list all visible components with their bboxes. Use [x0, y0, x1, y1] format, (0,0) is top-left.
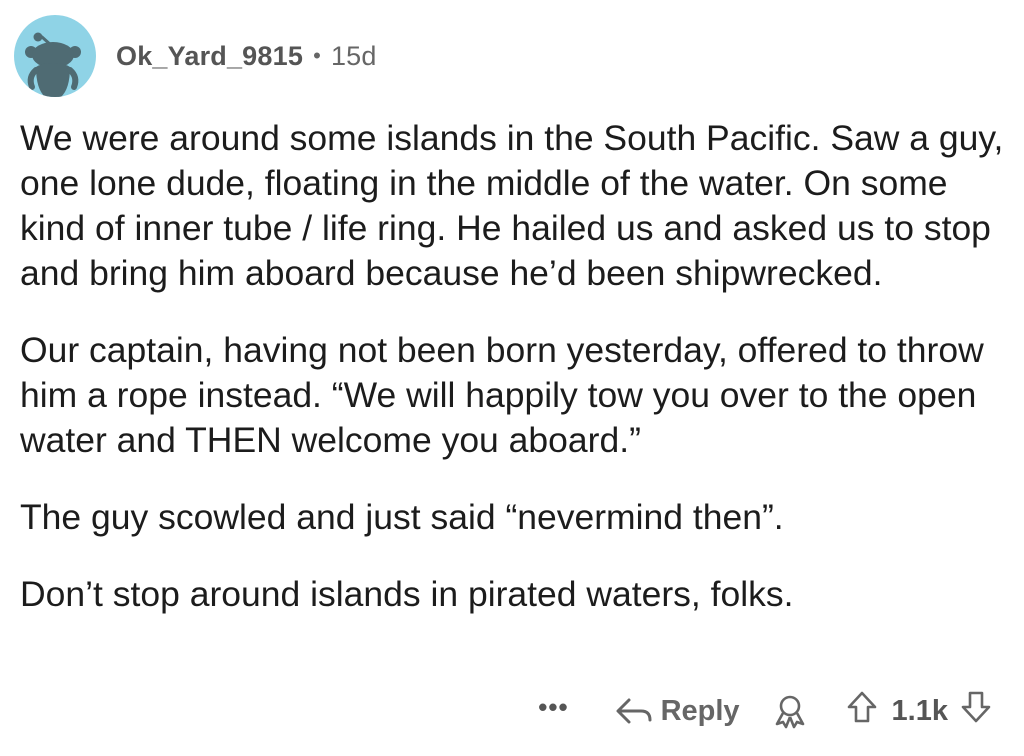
reply-label: Reply	[660, 694, 740, 727]
comment-card: Ok_Yard_9815 • 15d We were around some i…	[0, 0, 1024, 756]
author-username[interactable]: Ok_Yard_9815	[116, 41, 303, 72]
comment-paragraph: Our captain, having not been born yester…	[20, 330, 984, 460]
vote-controls: 1.1k	[844, 689, 994, 733]
downvote-arrow-icon	[961, 691, 991, 723]
more-options-button[interactable]: •••	[538, 694, 568, 728]
comment-paragraph: We were around some islands in the South…	[20, 118, 1004, 293]
meta-separator: •	[313, 43, 321, 68]
comment-meta: Ok_Yard_9815 • 15d	[116, 41, 377, 72]
comment-paragraph: The guy scowled and just said “nevermind…	[20, 497, 784, 537]
reply-arrow-icon	[616, 698, 652, 724]
upvote-arrow-icon	[847, 691, 876, 723]
downvote-button[interactable]	[958, 689, 994, 733]
comment-actions: ••• Reply 1.1k	[538, 686, 994, 736]
comment-body: We were around some islands in the South…	[20, 116, 1010, 649]
award-icon	[775, 695, 804, 729]
upvote-button[interactable]	[844, 689, 880, 733]
comment-age[interactable]: 15d	[331, 41, 377, 72]
comment-paragraph: Don’t stop around islands in pirated wat…	[20, 574, 794, 614]
reddit-snoo-icon	[25, 32, 81, 97]
comment-header: Ok_Yard_9815 • 15d	[14, 14, 377, 98]
award-button[interactable]	[770, 691, 810, 731]
user-avatar[interactable]	[14, 15, 96, 97]
vote-score: 1.1k	[891, 694, 948, 727]
reply-button[interactable]: Reply	[615, 695, 740, 728]
